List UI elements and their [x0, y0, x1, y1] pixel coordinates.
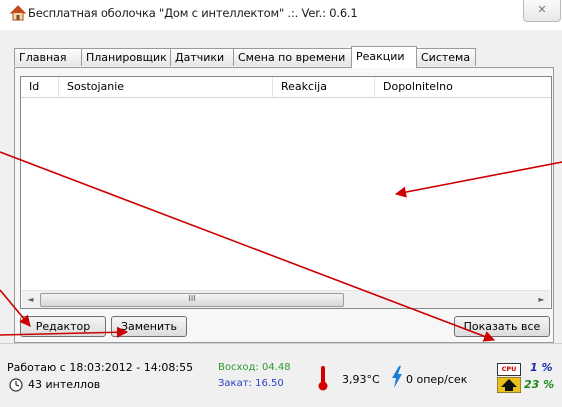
tab-strip: Главная Планировщик Датчики Смена по вре…	[14, 46, 554, 68]
tab-smena-po-vremeni[interactable]: Смена по времени	[233, 48, 352, 66]
tab-glavnaya[interactable]: Главная	[14, 48, 82, 66]
memory-percent: 23 %	[524, 378, 555, 391]
reactions-list[interactable]: Id Sostojanie Reakcija Dopolnitelno ◄ II…	[20, 76, 552, 309]
status-divider	[0, 343, 562, 344]
column-header-dopolnitelno[interactable]: Dopolnitelno	[375, 77, 551, 97]
sunset-time: Закат: 16.50	[218, 378, 284, 389]
clock-icon	[9, 378, 23, 392]
close-icon: ✕	[537, 3, 547, 16]
ops-rate: 0 опер/сек	[406, 373, 468, 386]
replace-button[interactable]: Заменить	[111, 316, 187, 337]
memory-icon	[497, 377, 521, 393]
list-header: Id Sostojanie Reakcija Dopolnitelno	[21, 77, 551, 98]
column-header-reakcija[interactable]: Reakcija	[273, 77, 375, 97]
tab-reaktsii[interactable]: Реакции	[351, 46, 417, 68]
column-header-id[interactable]: Id	[21, 77, 59, 97]
tab-datchiki[interactable]: Датчики	[170, 48, 234, 66]
sunrise-time: Восход: 04.48	[218, 362, 291, 373]
window-title: Бесплатная оболочка "Дом с интеллектом" …	[28, 6, 358, 20]
app-window: Бесплатная оболочка "Дом с интеллектом" …	[0, 0, 562, 407]
show-all-button[interactable]: Показать все	[454, 316, 550, 337]
thermometer-icon	[318, 366, 328, 391]
cpu-percent: 1 %	[530, 361, 553, 374]
column-header-sostojanie[interactable]: Sostojanie	[59, 77, 273, 97]
scroll-thumb[interactable]: III	[40, 293, 344, 307]
lightning-icon	[392, 366, 402, 388]
title-bar: Бесплатная оболочка "Дом с интеллектом" …	[0, 0, 562, 30]
intels-count: 43 интеллов	[28, 378, 101, 391]
cpu-icon: CPU	[497, 363, 521, 376]
tab-planirovshchik[interactable]: Планировщик	[81, 48, 171, 66]
horizontal-scrollbar[interactable]: ◄ III ►	[22, 290, 550, 308]
scroll-left-icon[interactable]: ◄	[22, 291, 39, 308]
grip-icon: III	[188, 294, 196, 303]
tab-sistema[interactable]: Система	[416, 48, 476, 66]
house-icon	[10, 5, 26, 21]
editor-button[interactable]: Редактор	[20, 316, 106, 337]
uptime-text: Работаю с 18:03:2012 - 14:08:55	[7, 361, 194, 374]
close-button[interactable]: ✕	[523, 0, 561, 22]
scroll-right-icon[interactable]: ►	[533, 291, 550, 308]
temperature-value: 3,93°С	[342, 373, 380, 386]
